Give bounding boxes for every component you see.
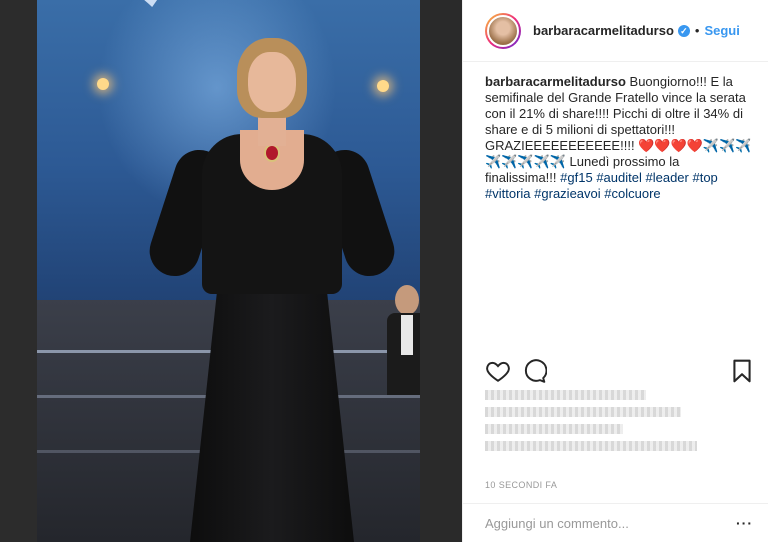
hashtag-link[interactable]: #colcuore xyxy=(604,186,660,201)
hashtag-link[interactable]: #grazieavoi xyxy=(534,186,601,201)
follow-button[interactable]: Segui xyxy=(704,23,739,38)
blurred-line xyxy=(485,441,697,451)
post-header: barbaracarmelitadurso ✓ • Segui xyxy=(463,0,768,62)
stage-spotlight xyxy=(97,78,109,90)
background-person xyxy=(387,285,420,395)
caption-username-link[interactable]: barbaracarmelitadurso xyxy=(485,74,626,89)
username-link[interactable]: barbaracarmelitadurso xyxy=(533,23,674,38)
hashtag-link[interactable]: #auditel xyxy=(596,170,642,185)
page-backdrop-left xyxy=(0,0,37,542)
hashtag-link[interactable]: #vittoria xyxy=(485,186,531,201)
hashtag-link[interactable]: #leader xyxy=(645,170,688,185)
blurred-line xyxy=(485,407,681,417)
pendant-necklace xyxy=(266,146,278,160)
presenter-figure xyxy=(143,38,401,542)
comment-input[interactable] xyxy=(485,515,736,531)
person-head xyxy=(395,285,419,315)
header-separator: • xyxy=(694,23,700,38)
comment-bubble-icon[interactable] xyxy=(521,358,547,384)
blurred-likes-region xyxy=(485,390,715,470)
blurred-line xyxy=(485,424,623,434)
post-caption: barbaracarmelitadurso Buongiorno!!! E la… xyxy=(463,62,768,342)
post-side-panel: barbaracarmelitadurso ✓ • Segui barbarac… xyxy=(462,0,768,542)
hashtag-link[interactable]: #top xyxy=(692,170,717,185)
avatar[interactable] xyxy=(485,12,521,49)
bookmark-icon[interactable] xyxy=(729,358,755,384)
figure-face xyxy=(248,52,296,112)
more-options-icon[interactable]: ··· xyxy=(736,515,753,531)
post-photo[interactable] xyxy=(37,0,420,542)
post-timestamp[interactable]: 10 SECONDI FA xyxy=(485,480,557,490)
heart-emojis: ❤️❤️❤️❤️ xyxy=(638,138,703,153)
comment-bar: ··· xyxy=(463,503,768,542)
blurred-line xyxy=(485,390,646,400)
post-actions xyxy=(485,358,755,384)
avatar-image xyxy=(487,14,519,47)
page-backdrop-gap xyxy=(420,0,462,542)
figure-skirt xyxy=(190,268,354,542)
hashtag-link[interactable]: #gf15 xyxy=(560,170,593,185)
person-shirt xyxy=(401,315,413,355)
verified-badge-icon: ✓ xyxy=(677,24,690,37)
heart-outline-icon[interactable] xyxy=(485,358,511,384)
